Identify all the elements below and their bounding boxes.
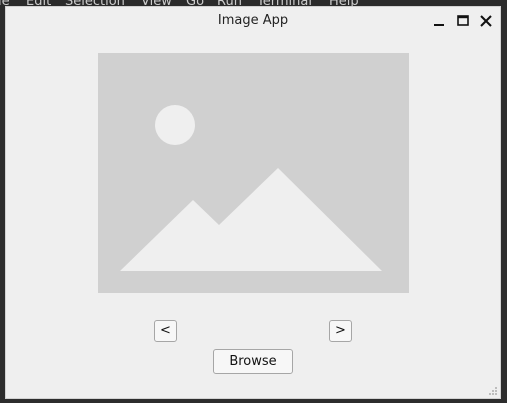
- titlebar[interactable]: Image App: [6, 7, 500, 35]
- browse-button[interactable]: Browse: [213, 349, 293, 374]
- maximize-button[interactable]: [454, 12, 472, 30]
- window-title: Image App: [217, 13, 289, 28]
- next-image-button[interactable]: >: [329, 320, 352, 342]
- close-icon: [480, 15, 492, 27]
- maximize-icon: [457, 15, 469, 26]
- previous-image-button[interactable]: <: [154, 320, 177, 342]
- close-button[interactable]: [477, 12, 495, 30]
- minimize-button[interactable]: [430, 12, 448, 30]
- minimize-icon: [434, 24, 444, 26]
- image-placeholder-icon: [120, 105, 382, 271]
- image-app-window: Image App < > Browse: [5, 6, 501, 399]
- resize-grip-icon[interactable]: [488, 386, 498, 396]
- background-editor-right-edge: [501, 10, 507, 403]
- image-display-area: [98, 53, 409, 293]
- background-editor-bottom-edge: [0, 399, 507, 403]
